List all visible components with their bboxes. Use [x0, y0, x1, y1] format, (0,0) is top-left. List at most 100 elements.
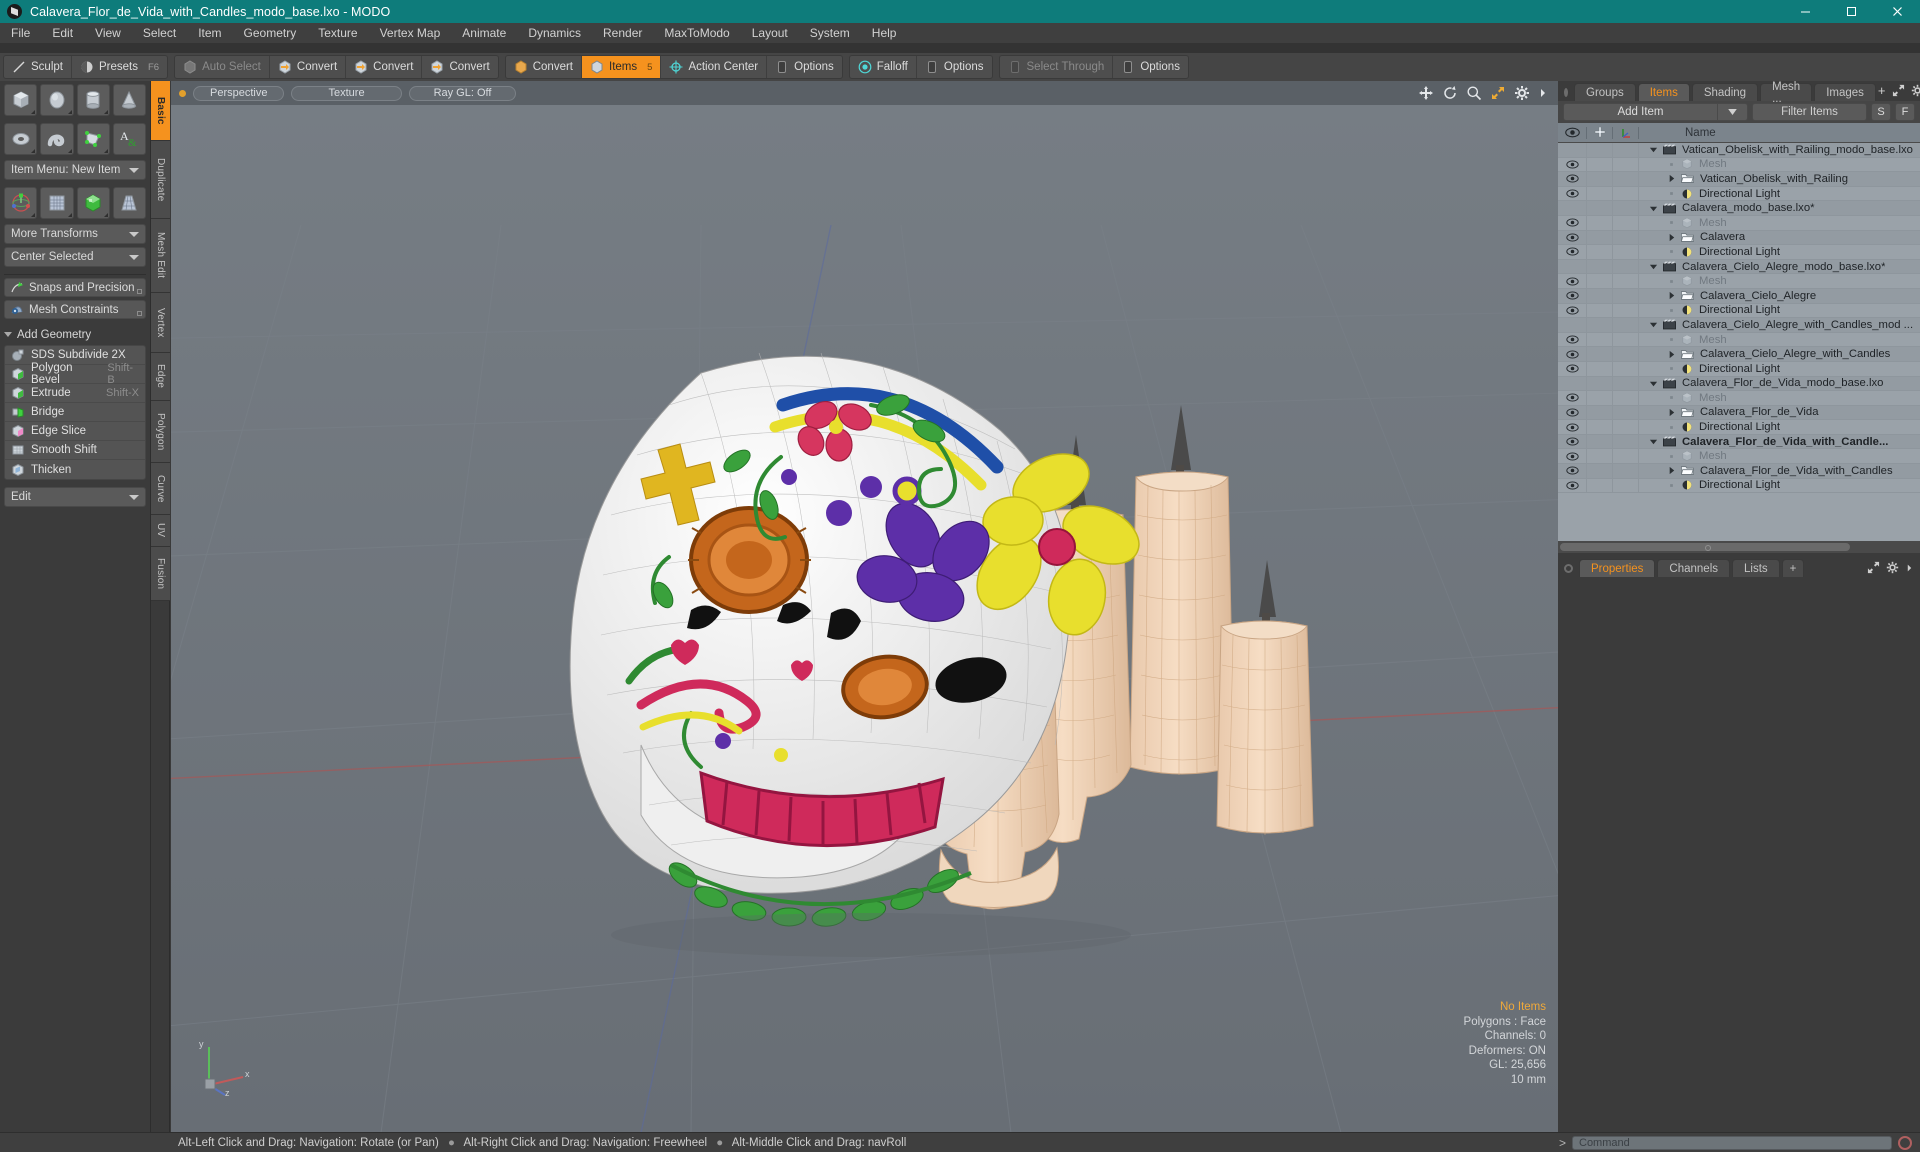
- vtab-edge[interactable]: Edge: [151, 353, 170, 401]
- item-name-cell[interactable]: Mesh: [1638, 274, 1920, 288]
- text-icon[interactable]: A &: [112, 123, 146, 155]
- table-row[interactable]: Mesh: [1558, 274, 1920, 289]
- axis-cell[interactable]: [1612, 420, 1638, 434]
- gear-icon[interactable]: [1514, 85, 1530, 101]
- eye-icon[interactable]: [1558, 437, 1586, 446]
- menu-file[interactable]: File: [0, 23, 41, 43]
- lock-cell[interactable]: [1586, 143, 1612, 157]
- lock-cell[interactable]: [1586, 405, 1612, 420]
- table-row[interactable]: Calavera_Cielo_Alegre: [1558, 288, 1920, 304]
- lock-cell[interactable]: [1586, 420, 1612, 434]
- axis-cell[interactable]: [1612, 391, 1638, 405]
- item-menu-dropdown[interactable]: Item Menu: New Item: [4, 160, 146, 180]
- item-name-cell[interactable]: Calavera_Flor_de_Vida_with_Candle...: [1638, 434, 1920, 449]
- lock-cell[interactable]: [1586, 332, 1612, 347]
- axis-cell[interactable]: [1612, 259, 1638, 274]
- lock-cell[interactable]: [1586, 215, 1612, 230]
- shear-icon[interactable]: [76, 187, 110, 219]
- item-name-cell[interactable]: Calavera_Flor_de_Vida: [1638, 405, 1920, 420]
- menu-texture[interactable]: Texture: [307, 23, 368, 43]
- menu-layout[interactable]: Layout: [741, 23, 799, 43]
- eye-icon[interactable]: [1558, 189, 1586, 198]
- tool-smooth-shift[interactable]: Smooth Shift: [5, 441, 145, 460]
- eye-icon[interactable]: [1558, 452, 1586, 461]
- select-through-options-button[interactable]: Options: [1113, 56, 1188, 78]
- viewport-perspective-selector[interactable]: Perspective: [193, 85, 285, 101]
- axis-column-icon[interactable]: [1612, 126, 1638, 139]
- table-row[interactable]: Calavera_Flor_de_Vida: [1558, 405, 1920, 421]
- tree-expander-icon[interactable]: [1665, 466, 1677, 475]
- eye-icon[interactable]: [1558, 481, 1586, 490]
- lock-cell[interactable]: [1586, 172, 1612, 186]
- item-name-cell[interactable]: Calavera_Cielo_Alegre: [1638, 288, 1920, 303]
- item-name-cell[interactable]: Directional Light: [1638, 361, 1920, 376]
- eye-icon[interactable]: [1558, 247, 1586, 256]
- lock-cell[interactable]: [1586, 288, 1612, 303]
- sphere-icon[interactable]: [40, 84, 74, 116]
- table-row[interactable]: Directional Light: [1558, 361, 1920, 377]
- mesh-constraints-button[interactable]: Mesh Constraints: [4, 300, 146, 319]
- tree-expander-icon[interactable]: [1665, 174, 1677, 183]
- chevron-right-icon[interactable]: [1538, 86, 1548, 100]
- tree-expander-icon[interactable]: [1665, 233, 1677, 242]
- table-row[interactable]: Calavera_Flor_de_Vida_modo_base.lxo: [1558, 376, 1920, 392]
- items-list[interactable]: Vatican_Obelisk_with_Railing_modo_base.l…: [1558, 143, 1920, 541]
- axis-cell[interactable]: [1612, 245, 1638, 259]
- rotate-icon[interactable]: [1442, 85, 1458, 101]
- sculpt-button[interactable]: Sculpt: [4, 56, 72, 78]
- item-name-cell[interactable]: Calavera_Flor_de_Vida_modo_base.lxo: [1638, 376, 1920, 391]
- tab-properties[interactable]: Properties: [1579, 559, 1656, 577]
- edit-dropdown[interactable]: Edit: [4, 487, 146, 507]
- item-name-cell[interactable]: Calavera_Cielo_Alegre_with_Candles: [1638, 347, 1920, 361]
- item-name-cell[interactable]: Mesh: [1638, 157, 1920, 172]
- axis-cell[interactable]: [1612, 332, 1638, 347]
- maximize-icon[interactable]: [1828, 0, 1874, 23]
- tree-expander-icon[interactable]: [1647, 262, 1659, 271]
- convert-edge-button[interactable]: Convert: [346, 56, 423, 78]
- menu-render[interactable]: Render: [592, 23, 653, 43]
- axis-cell[interactable]: [1612, 361, 1638, 376]
- fit-icon[interactable]: [1490, 85, 1506, 101]
- tree-expander-icon[interactable]: [1665, 408, 1677, 417]
- lock-cell[interactable]: [1586, 318, 1612, 332]
- tool-extrude[interactable]: Extrude Shift-X: [5, 384, 145, 403]
- table-row[interactable]: Directional Light: [1558, 420, 1920, 435]
- table-row[interactable]: Calavera_Flor_de_Vida_with_Candle...: [1558, 434, 1920, 450]
- lock-cell[interactable]: [1586, 449, 1612, 464]
- presets-button[interactable]: Presets F6: [72, 56, 167, 78]
- table-row[interactable]: Mesh: [1558, 215, 1920, 231]
- select-through-button[interactable]: Select Through: [1000, 56, 1114, 78]
- item-name-cell[interactable]: Calavera_Cielo_Alegre_modo_base.lxo*: [1638, 259, 1920, 274]
- table-row[interactable]: Calavera_modo_base.lxo*: [1558, 201, 1920, 216]
- action-center-button[interactable]: Action Center: [661, 56, 768, 78]
- eye-icon[interactable]: [1558, 291, 1586, 300]
- center-selected-dropdown[interactable]: Center Selected: [4, 247, 146, 267]
- axis-cell[interactable]: [1612, 318, 1638, 332]
- eye-icon[interactable]: [1558, 335, 1586, 344]
- move-icon[interactable]: [1418, 85, 1434, 101]
- add-geometry-header[interactable]: Add Geometry: [4, 326, 146, 343]
- eye-icon[interactable]: [1558, 127, 1586, 138]
- chevron-down-icon[interactable]: [1717, 104, 1747, 120]
- axis-cell[interactable]: [1612, 376, 1638, 391]
- tab-groups[interactable]: Groups: [1574, 83, 1636, 101]
- polygon-mesh-icon[interactable]: [76, 123, 110, 155]
- vtab-curve[interactable]: Curve: [151, 463, 170, 515]
- item-name-cell[interactable]: Vatican_Obelisk_with_Railing_modo_base.l…: [1638, 143, 1920, 157]
- item-name-cell[interactable]: Vatican_Obelisk_with_Railing: [1638, 172, 1920, 186]
- eye-icon[interactable]: [1558, 350, 1586, 359]
- tab-shading[interactable]: Shading: [1691, 83, 1759, 101]
- vtab-uv[interactable]: UV: [151, 515, 170, 547]
- expand-icon[interactable]: [1867, 561, 1880, 574]
- axis-cell[interactable]: [1612, 347, 1638, 361]
- tree-expander-icon[interactable]: [1647, 204, 1659, 213]
- table-row[interactable]: Vatican_Obelisk_with_Railing: [1558, 172, 1920, 187]
- menu-vertex-map[interactable]: Vertex Map: [369, 23, 452, 43]
- lock-cell[interactable]: [1586, 347, 1612, 361]
- item-name-cell[interactable]: Mesh: [1638, 215, 1920, 230]
- axis-cell[interactable]: [1612, 201, 1638, 215]
- filter-f-button[interactable]: F: [1895, 103, 1915, 121]
- convert-material-button[interactable]: Convert: [506, 56, 583, 78]
- axis-cell[interactable]: [1612, 143, 1638, 157]
- axis-cell[interactable]: [1612, 157, 1638, 172]
